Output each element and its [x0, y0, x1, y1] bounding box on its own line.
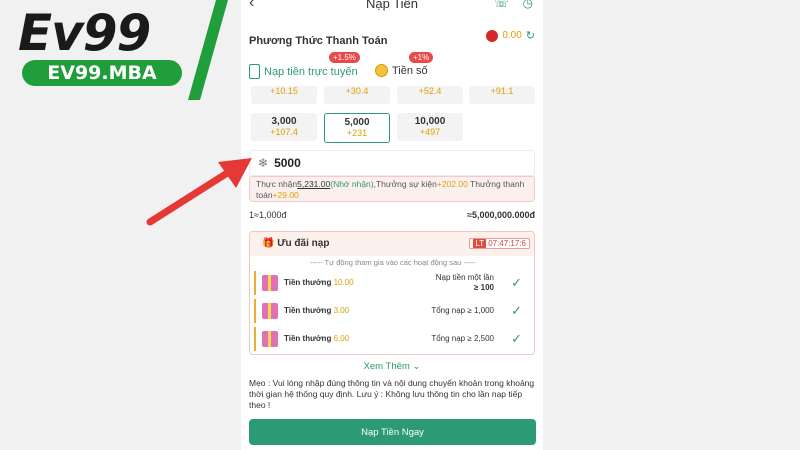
amount-options: +10.15 +30.4 +52.4 +91.1 3,000 +107.4 5,… — [251, 86, 537, 146]
received-summary: Thực nhận5,231.00(Nhớ nhận),Thưởng sự ki… — [249, 176, 535, 202]
phone-icon — [249, 64, 260, 79]
remember-claim: (Nhớ nhận) — [330, 179, 374, 189]
history-icon[interactable]: ◷ — [523, 0, 533, 10]
refresh-icon[interactable]: ↻ — [526, 29, 535, 42]
chevron-down-icon: ⌄ — [412, 361, 421, 372]
coin-icon — [375, 64, 388, 77]
balance-display: 0.00 ↻ — [486, 29, 535, 42]
promo-row: Tiền thưởng 6.00 Tổng nạp ≥ 2,500 ✓ — [254, 327, 530, 351]
event-bonus: +202.00 — [436, 179, 468, 189]
amount-bonus: +231 — [346, 128, 368, 138]
amount-input-field[interactable]: ❄ — [249, 150, 535, 176]
promo-title: Ưu đãi nạp — [277, 238, 330, 249]
checkmark-icon: ✓ — [511, 303, 522, 318]
promo-header: 🎁 Ưu đãi nạp LT 07:47:17:6 — [250, 232, 534, 256]
amount-bonus: +497 — [419, 127, 441, 137]
checkmark-icon: ✓ — [511, 331, 522, 346]
gift-box-icon — [262, 331, 278, 347]
tab-online-label: Nạp tiền trực tuyến — [264, 65, 358, 78]
amount-value: 5,000 — [344, 117, 370, 128]
currency-flag-icon — [486, 29, 499, 42]
amount-bonus: +52.4 — [418, 86, 442, 96]
amount-option[interactable]: 3,000 +107.4 — [251, 113, 317, 141]
received-amount: 5,231.00 — [297, 179, 331, 189]
deposit-promotion-panel: 🎁 Ưu đãi nạp LT 07:47:17:6 ----- Tự động … — [249, 231, 535, 355]
tab-online-deposit[interactable]: Nạp tiền trực tuyến — [249, 64, 358, 79]
amount-option[interactable]: 10,000 +497 — [397, 113, 463, 141]
phone-screen: ‹ Nạp Tiền ☏ ◷ Phương Thức Thanh Toán 0.… — [241, 0, 543, 450]
amount-option[interactable]: +30.4 — [324, 86, 390, 104]
amount-input[interactable] — [274, 156, 495, 170]
amount-value: 10,000 — [414, 116, 446, 127]
payment-method-row: Phương Thức Thanh Toán 0.00 ↻ — [249, 29, 539, 47]
amount-option[interactable]: +10.15 — [251, 86, 317, 104]
logo-sub-text: EV99.MBA — [22, 60, 182, 86]
red-arrow-annotation — [146, 158, 252, 226]
promo-row: Tiền thưởng 3.00 Tổng nạp ≥ 1,000 ✓ — [254, 299, 530, 323]
right-background — [540, 0, 800, 450]
amount-option[interactable]: +52.4 — [397, 86, 463, 104]
amount-bonus: +91.1 — [490, 86, 514, 96]
amount-bonus: +107.4 — [270, 127, 298, 137]
promo-countdown: LT 07:47:17:6 — [469, 238, 530, 249]
gift-box-icon — [262, 303, 278, 319]
gift-icon: 🎁 — [262, 238, 275, 249]
see-more-link[interactable]: Xem Thêm ⌄ — [241, 361, 543, 372]
rate-total: ≈5,000,000.000đ — [467, 210, 535, 220]
tab-crypto-badge: +1% — [409, 52, 434, 63]
amount-bonus: +30.4 — [345, 86, 369, 96]
checkmark-icon: ✓ — [511, 275, 522, 290]
amount-option[interactable]: +91.1 — [469, 86, 535, 104]
deposit-now-button[interactable]: Nạp Tiền Ngay — [249, 419, 536, 445]
support-icon[interactable]: ☏ — [494, 0, 509, 10]
tab-online-badge: +1.5% — [329, 52, 360, 63]
tab-crypto-label: Tiền số — [392, 64, 428, 77]
tab-crypto[interactable]: Tiền số — [375, 64, 428, 77]
logo-main-text: Ev99 — [18, 4, 151, 62]
payment-tabs: +1.5% +1% Nạp tiền trực tuyến Tiền số — [249, 52, 539, 86]
gift-box-icon — [262, 275, 278, 291]
amount-bonus: +10.15 — [270, 86, 298, 96]
tips-text: Mẹo : Vui lòng nhập đúng thông tin và nộ… — [249, 378, 535, 410]
watermark-logo: Ev99 EV99.MBA — [6, 4, 196, 88]
amount-value: 3,000 — [271, 116, 297, 127]
payment-bonus: +29.00 — [272, 190, 299, 200]
promo-row: Tiền thưởng 10.00 Nạp tiền một lần ≥ 100 … — [254, 271, 530, 295]
payment-method-label: Phương Thức Thanh Toán — [249, 35, 388, 47]
amount-option-selected[interactable]: 5,000 +231 — [324, 113, 390, 143]
top-bar: ‹ Nạp Tiền ☏ ◷ — [241, 0, 543, 16]
exchange-rate: 1≈1,000đ ≈5,000,000.000đ — [249, 210, 535, 220]
balance-value: 0.00 — [502, 30, 522, 41]
auto-join-text: ----- Tự động tham gia vào các hoạt động… — [310, 258, 476, 267]
